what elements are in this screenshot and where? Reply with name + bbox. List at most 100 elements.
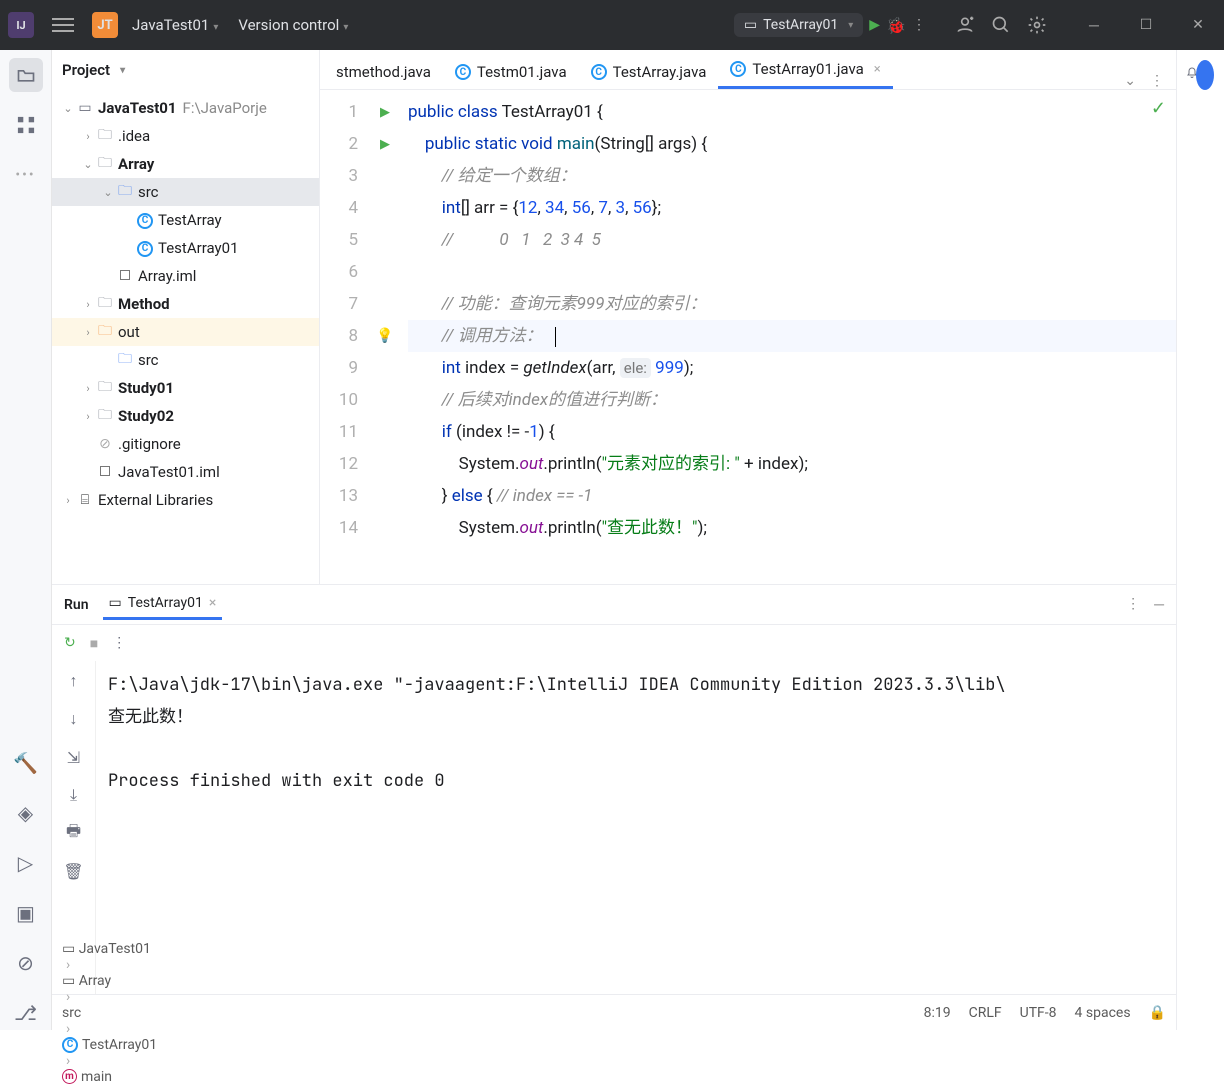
run-panel-header: Run ▭ TestArray01 × ⋮ ─	[52, 585, 1176, 625]
run-tab-label: TestArray01	[128, 595, 203, 611]
breadcrumb-item[interactable]: m main	[62, 1069, 157, 1085]
editor-tab[interactable]: CTestm01.java	[443, 55, 579, 89]
minimize-button[interactable]: ─	[1076, 7, 1112, 43]
run-configuration-selector[interactable]: ▭ TestArray01 ▾	[734, 13, 863, 37]
maximize-button[interactable]: ☐	[1128, 7, 1164, 43]
up-stack-icon[interactable]: ↑	[60, 667, 88, 695]
structure-tool-button[interactable]	[9, 108, 43, 142]
tree-row[interactable]: ›🗀out	[52, 318, 319, 346]
left-tool-strip: ••• 🔨 ◈ ▷ ▣ ⊘ ⎇	[0, 50, 52, 1030]
rerun-button[interactable]: ↻	[64, 635, 76, 651]
intention-bulb-icon[interactable]: 💡	[376, 328, 393, 344]
breadcrumbs[interactable]: ▭ JavaTest01›▭ Array› src›C TestArray01›…	[62, 941, 157, 1085]
status-bar: ▭ JavaTest01›▭ Array› src›C TestArray01›…	[52, 994, 1176, 1030]
run-gutter-icon[interactable]: ▶	[380, 105, 390, 120]
settings-icon[interactable]	[1026, 14, 1048, 36]
run-panel-options-button[interactable]: ⋮	[1126, 596, 1140, 613]
readonly-lock-icon[interactable]: 🔒	[1149, 1005, 1166, 1021]
tree-row[interactable]: ⌄🗀src	[52, 178, 319, 206]
chevron-down-icon: ▾	[343, 22, 348, 33]
tree-row[interactable]: ›🗀Study02	[52, 402, 319, 430]
caret-position[interactable]: 8:19	[924, 1005, 951, 1021]
tree-row[interactable]: 🗀src	[52, 346, 319, 374]
indent-setting[interactable]: 4 spaces	[1075, 1005, 1131, 1021]
tree-row[interactable]: CTestArray01	[52, 234, 319, 262]
run-gutter-icon[interactable]: ▶	[380, 137, 390, 152]
code-content[interactable]: public class TestArray01 { public static…	[404, 90, 1176, 584]
project-panel: Project ▾ ⌄▭JavaTest01F:\JavaPorje›🗀.ide…	[52, 50, 320, 584]
project-tree[interactable]: ⌄▭JavaTest01F:\JavaPorje›🗀.idea⌄🗀Array⌄🗀…	[52, 90, 319, 584]
run-toolbar: ↻ ■ ⋮	[52, 625, 1176, 661]
editor-tab[interactable]: CTestArray.java	[579, 55, 719, 89]
problems-tool-button[interactable]: ⊘	[9, 946, 43, 980]
project-name: JavaTest01	[132, 16, 209, 34]
breadcrumb-item[interactable]: C TestArray01	[62, 1037, 157, 1053]
scroll-end-icon[interactable]: ⤓	[60, 781, 88, 809]
tree-row[interactable]: JavaTest01.iml	[52, 458, 319, 486]
tree-row[interactable]: ›⌸External Libraries	[52, 486, 319, 514]
git-tool-button[interactable]: ⎇	[9, 996, 43, 1030]
chevron-down-icon: ▾	[213, 22, 218, 33]
breadcrumb-item[interactable]: ▭ Array	[62, 973, 157, 989]
editor-tab[interactable]: CTestArray01.java×	[718, 52, 892, 89]
tree-row[interactable]: ›🗀.idea	[52, 122, 319, 150]
print-icon[interactable]: 🖶	[60, 819, 88, 847]
search-everywhere-icon[interactable]	[990, 14, 1012, 36]
close-window-button[interactable]: ✕	[1180, 7, 1216, 43]
notification-dot-icon	[1196, 60, 1214, 90]
file-encoding[interactable]: UTF-8	[1020, 1005, 1057, 1021]
breadcrumb-item[interactable]: ▭ JavaTest01	[62, 941, 157, 957]
down-stack-icon[interactable]: ↓	[60, 705, 88, 733]
debug-button[interactable]: 🐞	[886, 16, 906, 35]
run-tab[interactable]: ▭ TestArray01 ×	[103, 589, 223, 620]
run-more-button[interactable]: ⋮	[112, 635, 126, 651]
code-with-me-icon[interactable]	[954, 14, 976, 36]
run-config-icon: ▭	[109, 595, 122, 611]
line-number-gutter: 1234567891011121314	[320, 90, 366, 584]
run-output[interactable]: F:\Java\jdk-17\bin\java.exe "-javaagent:…	[96, 661, 1176, 994]
run-tool-button[interactable]: ▷	[9, 846, 43, 880]
chevron-down-icon: ▾	[120, 65, 125, 76]
tree-row[interactable]: CTestArray	[52, 206, 319, 234]
tab-list-chevron-icon[interactable]: ⌄	[1124, 73, 1136, 89]
notifications-icon[interactable]	[1186, 58, 1216, 88]
close-icon[interactable]: ×	[874, 62, 881, 77]
gutter-icons: ▶ ▶ 💡	[366, 90, 404, 584]
inspection-ok-icon: ✓	[1151, 98, 1166, 119]
project-tool-button[interactable]	[9, 58, 43, 92]
tree-row[interactable]: Array.iml	[52, 262, 319, 290]
vcs-menu[interactable]: Version control▾	[232, 12, 354, 38]
more-tools-button[interactable]: •••	[9, 158, 43, 192]
more-actions-button[interactable]: ⋮	[912, 17, 926, 33]
code-editor[interactable]: ✓ 1234567891011121314 ▶ ▶ 💡 public class T…	[320, 90, 1176, 584]
breadcrumb-item[interactable]: src	[62, 1005, 157, 1021]
tree-row[interactable]: ⊘.gitignore	[52, 430, 319, 458]
build-tool-button[interactable]: 🔨	[9, 746, 43, 780]
close-icon[interactable]: ×	[209, 595, 216, 611]
tab-options-button[interactable]: ⋮	[1150, 73, 1164, 89]
project-panel-header[interactable]: Project ▾	[52, 50, 319, 90]
main-menu-button[interactable]	[52, 18, 74, 32]
editor-tab[interactable]: stmethod.java	[324, 55, 443, 89]
line-separator[interactable]: CRLF	[969, 1005, 1002, 1021]
bookmarks-tool-button[interactable]: ◈	[9, 796, 43, 830]
ide-logo-icon: IJ	[8, 12, 34, 38]
run-config-icon: ▭	[744, 17, 757, 33]
project-selector[interactable]: JavaTest01 ▾	[126, 12, 224, 38]
run-panel-title: Run	[64, 597, 89, 613]
tree-row[interactable]: ›🗀Method	[52, 290, 319, 318]
hide-panel-button[interactable]: ─	[1154, 596, 1164, 613]
editor-area: stmethod.javaCTestm01.javaCTestArray.jav…	[320, 50, 1176, 584]
project-badge: JT	[92, 12, 118, 38]
stop-button[interactable]: ■	[90, 635, 98, 652]
tree-row[interactable]: ⌄🗀Array	[52, 150, 319, 178]
clear-icon[interactable]: 🗑	[60, 857, 88, 885]
run-panel: Run ▭ TestArray01 × ⋮ ─ ↻ ■ ⋮ ↑ ↓	[52, 584, 1176, 994]
terminal-tool-button[interactable]: ▣	[9, 896, 43, 930]
soft-wrap-icon[interactable]: ⇲	[60, 743, 88, 771]
right-tool-strip	[1176, 50, 1224, 1030]
tree-row[interactable]: ›🗀Study01	[52, 374, 319, 402]
tree-row[interactable]: ⌄▭JavaTest01F:\JavaPorje	[52, 94, 319, 122]
run-button[interactable]: ▶	[869, 17, 880, 33]
run-config-name: TestArray01	[763, 17, 838, 33]
